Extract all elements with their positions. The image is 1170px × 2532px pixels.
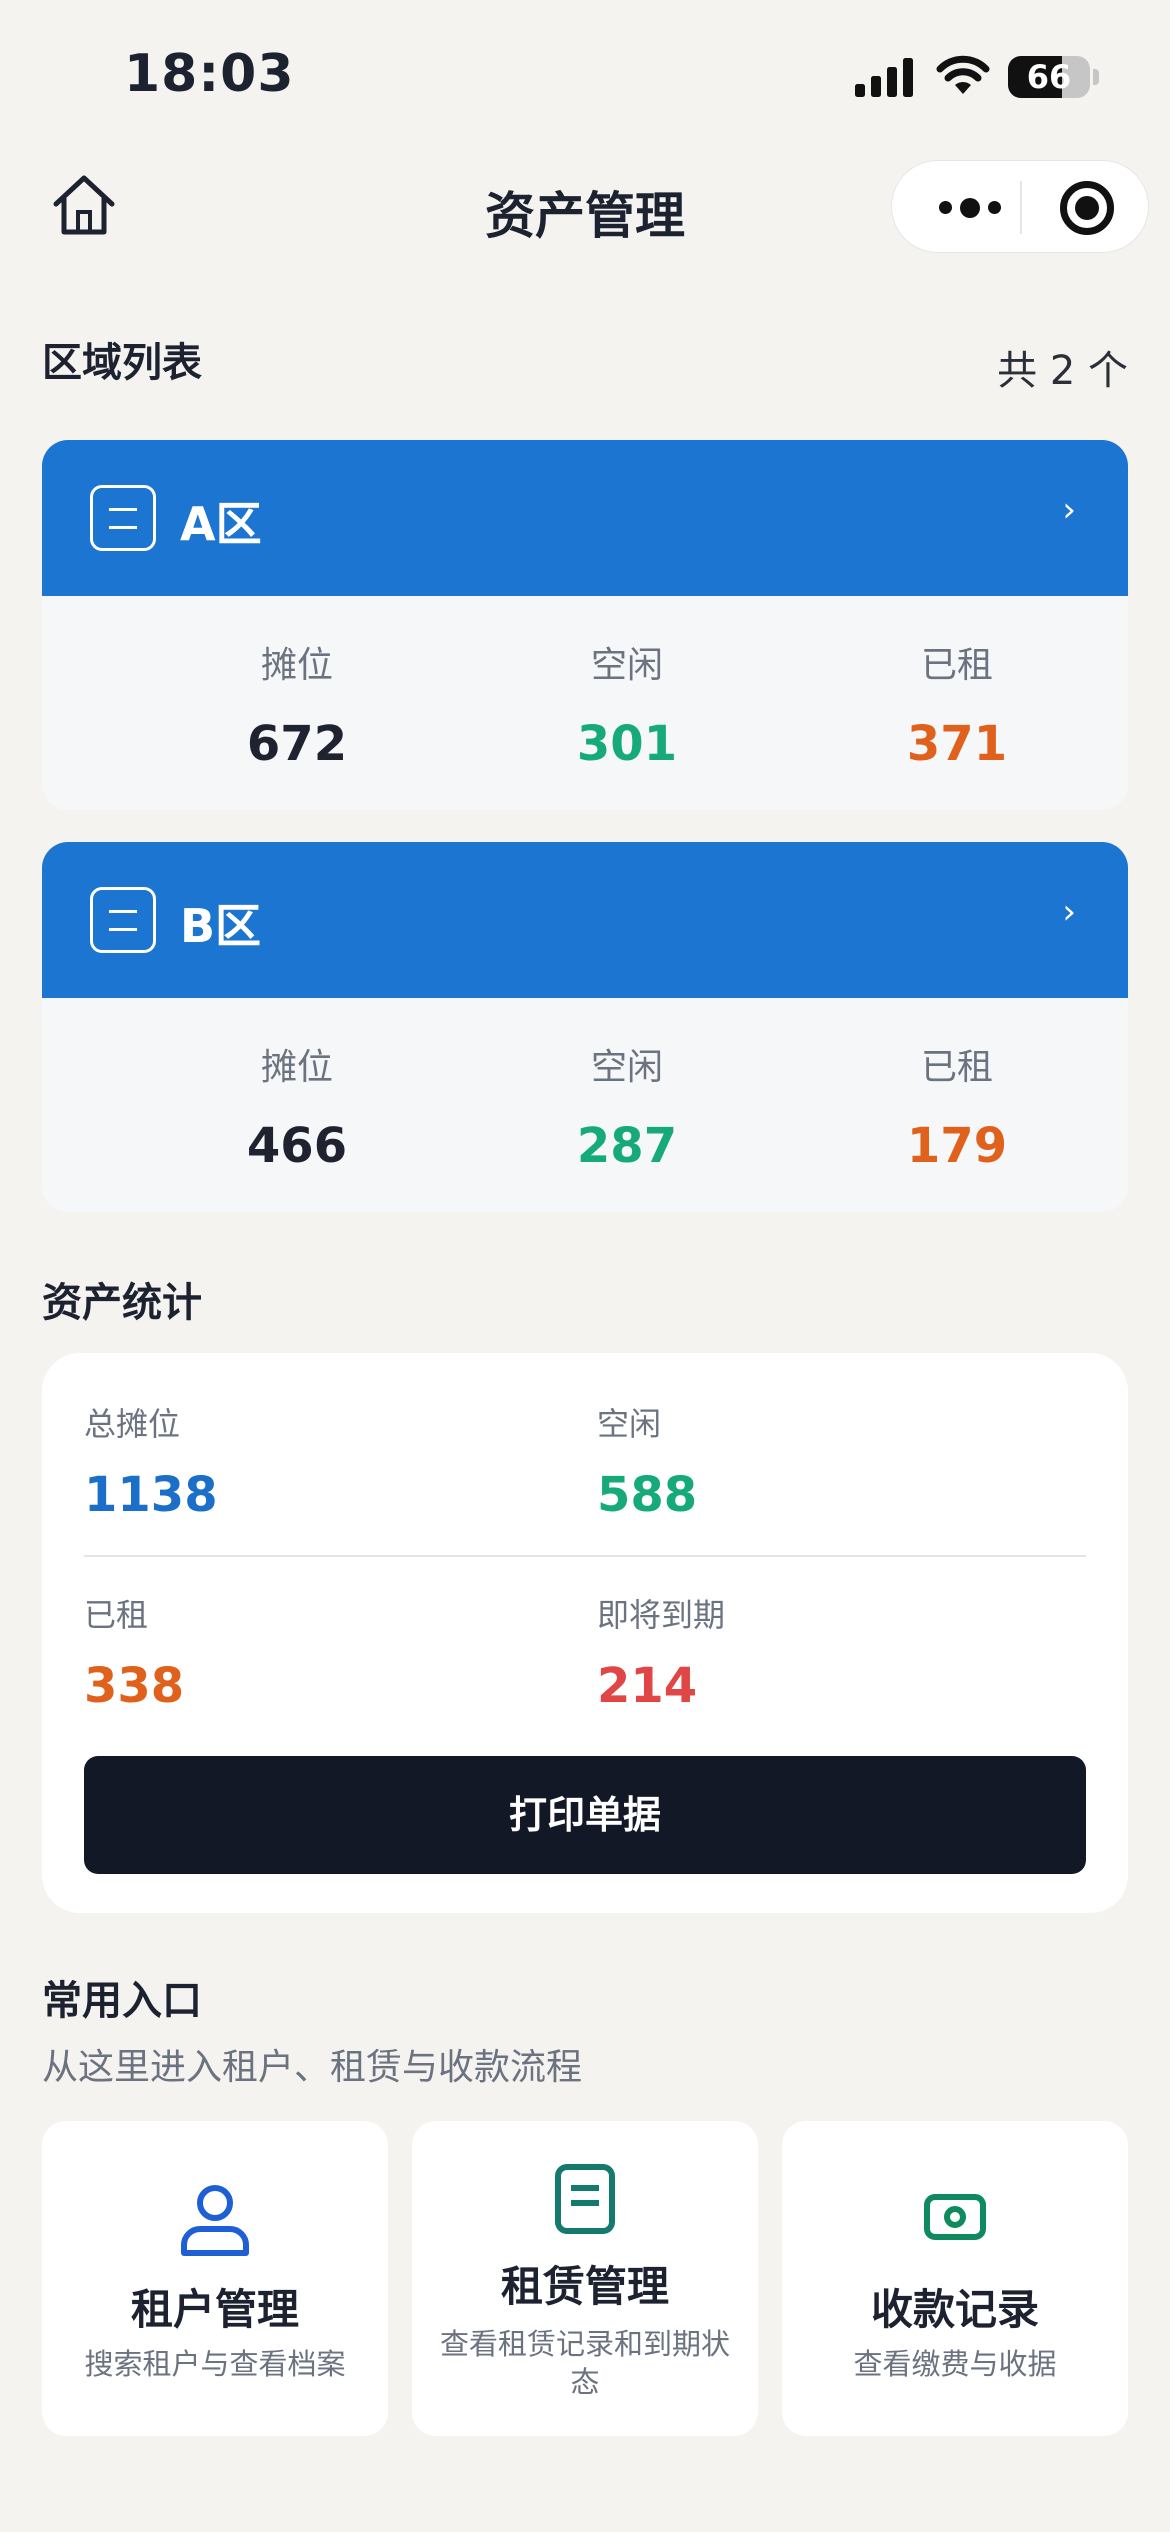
area-card-header[interactable]: A区 › [42, 440, 1128, 596]
area-stat-rented: 已租 371 [792, 636, 1122, 772]
area-card-b[interactable]: B区 › 摊位 466 空闲 287 已租 179 [42, 842, 1128, 1212]
stat-value: 371 [906, 716, 1008, 772]
area-stat-rented: 已租 179 [792, 1038, 1122, 1174]
area-stat-idle: 空闲 287 [462, 1038, 792, 1174]
battery-level-text: 66 [1026, 58, 1072, 96]
rented-stat: 已租 338 [84, 1590, 184, 1714]
lease-management-tile[interactable]: 租赁管理 查看租赁记录和到期状态 [412, 2121, 758, 2436]
status-bar: 18:03 66 [0, 0, 1170, 140]
tile-desc: 搜索租户与查看档案 [84, 2347, 346, 2381]
asset-stats-card: 总摊位 1138 空闲 588 已租 338 即将到期 214 打印单据 [42, 1353, 1128, 1913]
stat-value: 672 [246, 716, 348, 772]
wifi-icon [936, 55, 990, 94]
tile-desc: 查看租赁记录和到期状态 [439, 2327, 730, 2399]
battery-icon: 66 [1008, 56, 1090, 98]
stat-value: 466 [246, 1118, 348, 1174]
shortcuts-subtitle: 从这里进入租户、租赁与收款流程 [42, 2047, 583, 2088]
mini-program-capsule [891, 160, 1149, 253]
area-menu-icon [90, 485, 156, 551]
stat-label: 空闲 [597, 1405, 662, 1443]
total-stalls-stat: 总摊位 1138 [84, 1399, 218, 1523]
stat-label: 即将到期 [597, 1596, 726, 1634]
stat-value: 179 [906, 1118, 1008, 1174]
tile-title: 收款记录 [870, 2285, 1039, 2334]
payment-records-tile[interactable]: 收款记录 查看缴费与收据 [782, 2121, 1128, 2436]
status-time: 18:03 [124, 44, 295, 104]
user-icon [181, 2185, 249, 2256]
stat-label: 摊位 [260, 645, 333, 686]
expiring-stat: 即将到期 214 [597, 1590, 725, 1714]
stats-divider [84, 1555, 1086, 1557]
area-stat-idle: 空闲 301 [462, 636, 792, 772]
stat-label: 已租 [920, 1047, 993, 1088]
chevron-right-icon: › [1062, 892, 1076, 932]
stat-label: 总摊位 [84, 1405, 181, 1443]
document-icon [555, 2164, 615, 2234]
stat-value: 287 [576, 1118, 678, 1174]
print-receipt-button[interactable]: 打印单据 [84, 1756, 1086, 1874]
more-dots-icon[interactable] [922, 161, 1018, 254]
cellular-signal-icon [855, 58, 913, 97]
stat-label: 摊位 [260, 1047, 333, 1088]
asset-stats-title: 资产统计 [42, 1280, 202, 1326]
area-list-title: 区域列表 [42, 340, 202, 386]
tile-title: 租赁管理 [500, 2262, 669, 2311]
area-stat-stalls: 摊位 466 [132, 1038, 462, 1174]
battery-tip [1093, 69, 1099, 85]
record-target-icon[interactable] [1060, 181, 1114, 235]
stat-value: 588 [597, 1467, 698, 1523]
area-name: B区 [180, 899, 262, 953]
area-card-header[interactable]: B区 › [42, 842, 1128, 998]
capsule-divider [1020, 181, 1022, 234]
stat-value: 338 [84, 1658, 185, 1714]
tile-desc: 查看缴费与收据 [853, 2347, 1057, 2381]
area-count: 共 2 个 [997, 348, 1128, 394]
tile-title: 租户管理 [130, 2285, 299, 2334]
cash-icon [924, 2194, 986, 2240]
stat-value: 214 [597, 1658, 698, 1714]
stat-label: 已租 [84, 1596, 149, 1634]
tenant-management-tile[interactable]: 租户管理 搜索租户与查看档案 [42, 2121, 388, 2436]
area-menu-icon [90, 887, 156, 953]
stat-value: 1138 [84, 1467, 218, 1523]
stat-label: 已租 [920, 645, 993, 686]
chevron-right-icon: › [1062, 490, 1076, 530]
shortcuts-title: 常用入口 [42, 1978, 202, 2024]
area-card-a[interactable]: A区 › 摊位 672 空闲 301 已租 371 [42, 440, 1128, 810]
area-stat-stalls: 摊位 672 [132, 636, 462, 772]
stat-label: 空闲 [590, 1047, 663, 1088]
idle-stat: 空闲 588 [597, 1399, 697, 1523]
stat-label: 空闲 [590, 645, 663, 686]
area-name: A区 [180, 497, 262, 551]
stat-value: 301 [576, 716, 678, 772]
